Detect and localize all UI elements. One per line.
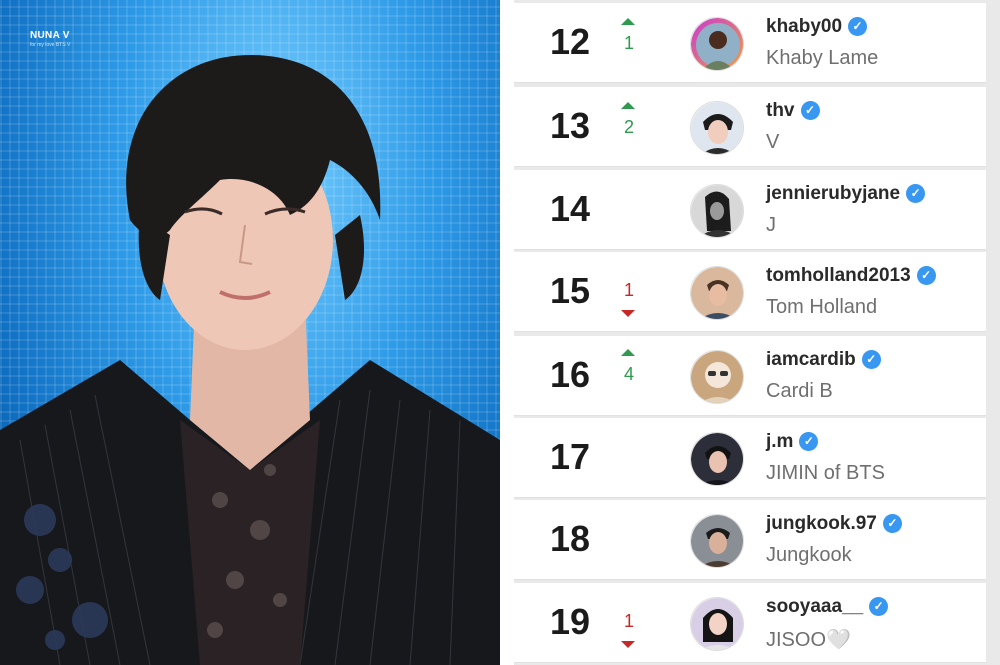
verified-icon: ✓	[800, 101, 820, 120]
verified-icon: ✓	[848, 17, 868, 36]
arrow-up-icon	[621, 18, 635, 25]
display-name: Jungkook	[766, 544, 852, 566]
handle-text: sooyaaa__	[766, 596, 864, 617]
display-name: JISOO🤍	[766, 629, 851, 651]
verified-icon: ✓	[869, 597, 889, 616]
arrow-down-icon	[621, 310, 635, 317]
verified-icon: ✓	[916, 266, 936, 285]
list-item[interactable]: 13 2 thv ✓ V	[514, 87, 986, 167]
arrow-up-icon	[621, 349, 635, 356]
rank-number: 15	[550, 270, 591, 311]
rank-change: 1	[623, 33, 634, 53]
handle-text: jungkook.97	[766, 513, 877, 534]
rank-number: 19	[550, 601, 591, 642]
jimin-avatar[interactable]	[690, 432, 744, 486]
verified-icon: ✓	[906, 184, 926, 203]
list-item[interactable]: 16 4 iamcardib ✓ Cardi B	[514, 336, 986, 416]
display-name: J	[766, 214, 776, 236]
portrait-illustration	[0, 55, 500, 665]
thv-avatar[interactable]	[690, 101, 744, 155]
verified-icon: ✓	[861, 350, 881, 369]
khaby-avatar[interactable]	[690, 17, 744, 71]
rank-change: 1	[623, 280, 634, 300]
list-item[interactable]: 17 j.m ✓ JIMIN of BTS	[514, 418, 986, 498]
handle-text: khaby00	[766, 16, 843, 37]
jungkook-avatar[interactable]	[690, 514, 744, 568]
rank-change: 1	[623, 611, 634, 631]
rank-number: 18	[550, 518, 591, 559]
verified-icon: ✓	[799, 432, 819, 451]
handle-text: iamcardib	[766, 349, 856, 370]
list-item[interactable]: 15 1 tomholland2013 ✓ Tom Holland	[514, 252, 986, 332]
arrow-down-icon	[621, 641, 635, 648]
rank-number: 17	[550, 436, 591, 477]
list-item[interactable]: 18 jungkook.97 ✓ Jungkook	[514, 500, 986, 580]
jennie-avatar[interactable]	[690, 184, 744, 238]
jisoo-avatar[interactable]	[690, 597, 744, 651]
verified-icon: ✓	[882, 514, 902, 533]
arrow-up-icon	[621, 102, 635, 109]
handle-text: j.m	[766, 431, 794, 452]
ranking-list: 12 1 khaby00 ✓ Khaby Lame 13 2 thv ✓ V 14 …	[514, 0, 1000, 665]
rank-change: 4	[623, 364, 634, 384]
tom-avatar[interactable]	[690, 266, 744, 320]
display-name: Tom Holland	[766, 296, 878, 318]
panel-divider	[500, 0, 514, 665]
handle-text: thv	[766, 100, 795, 121]
rank-number: 14	[550, 188, 591, 229]
list-item[interactable]: 14 jennierubyjane ✓ J	[514, 170, 986, 250]
list-item[interactable]: 12 1 khaby00 ✓ Khaby Lame	[514, 3, 986, 83]
rank-number: 13	[550, 105, 591, 146]
display-name: Cardi B	[766, 380, 833, 402]
rank-change: 2	[623, 117, 634, 137]
display-name: JIMIN of BTS	[766, 462, 885, 484]
portrait-photo: NUNA V for my love BTS V	[0, 0, 500, 665]
rank-number: 16	[550, 354, 591, 395]
rank-number: 12	[550, 21, 591, 62]
display-name: Khaby Lame	[766, 47, 879, 69]
handle-text: jennierubyjane	[766, 183, 901, 204]
cardib-avatar[interactable]	[690, 350, 744, 404]
watermark: NUNA V	[30, 30, 70, 41]
list-item[interactable]: 19 1 sooyaaa__ ✓ JISOO🤍	[514, 583, 986, 663]
display-name: V	[766, 131, 780, 153]
watermark-subtitle: for my love BTS V	[30, 42, 71, 48]
handle-text: tomholland2013	[766, 265, 911, 286]
